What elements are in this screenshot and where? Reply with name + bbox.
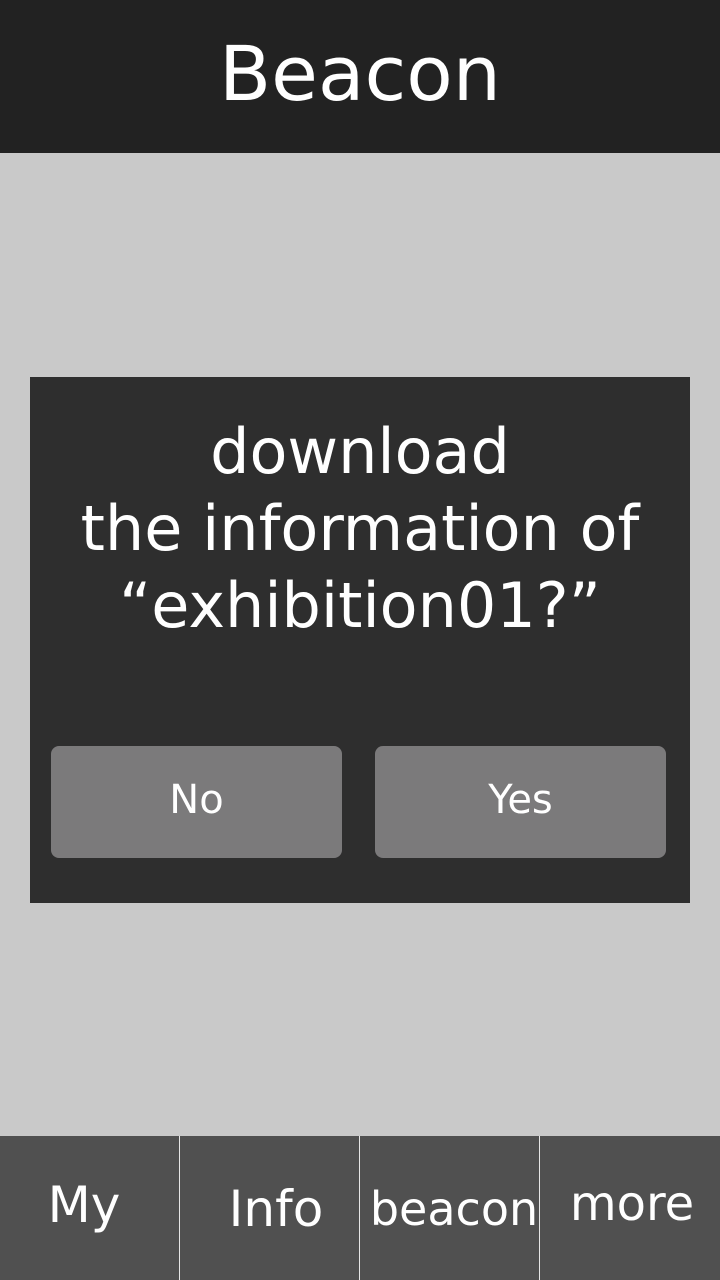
tab-my[interactable]: My [0, 1136, 180, 1280]
dialog-message-line-1: download [210, 415, 510, 488]
tab-info[interactable]: Info [180, 1136, 360, 1280]
yes-button[interactable]: Yes [375, 746, 666, 858]
no-button[interactable]: No [51, 746, 342, 858]
dialog-message-line-2: the information of [80, 492, 640, 565]
dialog-message: download the information of “exhibition0… [30, 413, 690, 644]
tab-more-label: more [569, 1176, 695, 1232]
app-header: Beacon [0, 0, 720, 153]
tab-beacon[interactable]: beacon [360, 1136, 540, 1280]
app-title: Beacon [219, 29, 501, 118]
tab-more[interactable]: more [540, 1136, 720, 1280]
tab-my-label: My [47, 1176, 121, 1234]
tab-info-label: Info [228, 1180, 324, 1238]
bottom-tab-bar: My Info beacon more [0, 1136, 720, 1280]
dialog-message-line-3: “exhibition01?” [119, 569, 601, 642]
download-dialog: download the information of “exhibition0… [30, 377, 690, 903]
tab-beacon-label: beacon [369, 1182, 539, 1236]
